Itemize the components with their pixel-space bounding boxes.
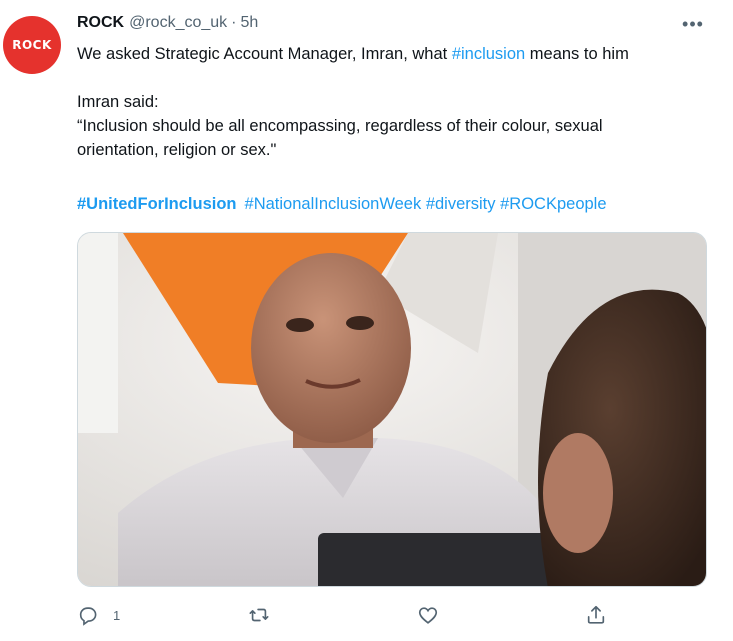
heart-icon [418,607,438,624]
reply-icon [79,607,97,626]
reply-count: 1 [113,607,121,623]
hashtag-inclusion[interactable]: #inclusion [452,45,525,63]
tweet-actions: 1 [77,601,637,629]
tweet-text-line-1: We asked Strategic Account Manager, Imra… [77,42,629,66]
display-name[interactable]: ROCK [77,14,124,32]
timestamp[interactable]: 5h [241,14,259,32]
share-icon [587,605,605,624]
more-icon: ••• [682,14,704,34]
tweet-photo[interactable] [77,232,707,587]
hashtag-diversity[interactable]: #diversity [426,195,496,213]
text-segment: We asked Strategic Account Manager, Imra… [77,45,452,63]
like-button[interactable] [417,601,439,629]
avatar[interactable]: ROCK [3,16,61,74]
tweet-text-line-2: Imran said: [77,93,159,111]
more-button[interactable]: ••• [680,12,706,36]
tweet-header: ROCK @rock_co_uk · 5h [77,14,258,36]
handle[interactable]: @rock_co_uk [129,14,227,32]
hashtag-line: #UnitedForInclusion #NationalInclusionWee… [77,192,607,216]
separator-dot: · [231,14,237,31]
tweet-text-line-4: orientation, religion or sex." [77,141,277,159]
share-button[interactable] [585,601,607,629]
reply-button[interactable]: 1 [77,601,120,629]
tweet-text-line-3: “Inclusion should be all encompassing, r… [77,117,603,135]
photo-illustration [78,233,706,586]
hashtag-national-inclusion-week[interactable]: #NationalInclusionWeek [245,195,422,213]
retweet-button[interactable] [248,601,270,629]
avatar-logo-text: ROCK [12,38,52,52]
hashtag-rockpeople[interactable]: #ROCKpeople [500,195,606,213]
text-segment: means to him [525,45,629,63]
hashtag-united-for-inclusion[interactable]: #UnitedForInclusion [77,195,237,213]
retweet-icon [249,608,269,622]
tweet[interactable]: ROCK ROCK @rock_co_uk · 5h ••• We asked … [0,0,733,641]
